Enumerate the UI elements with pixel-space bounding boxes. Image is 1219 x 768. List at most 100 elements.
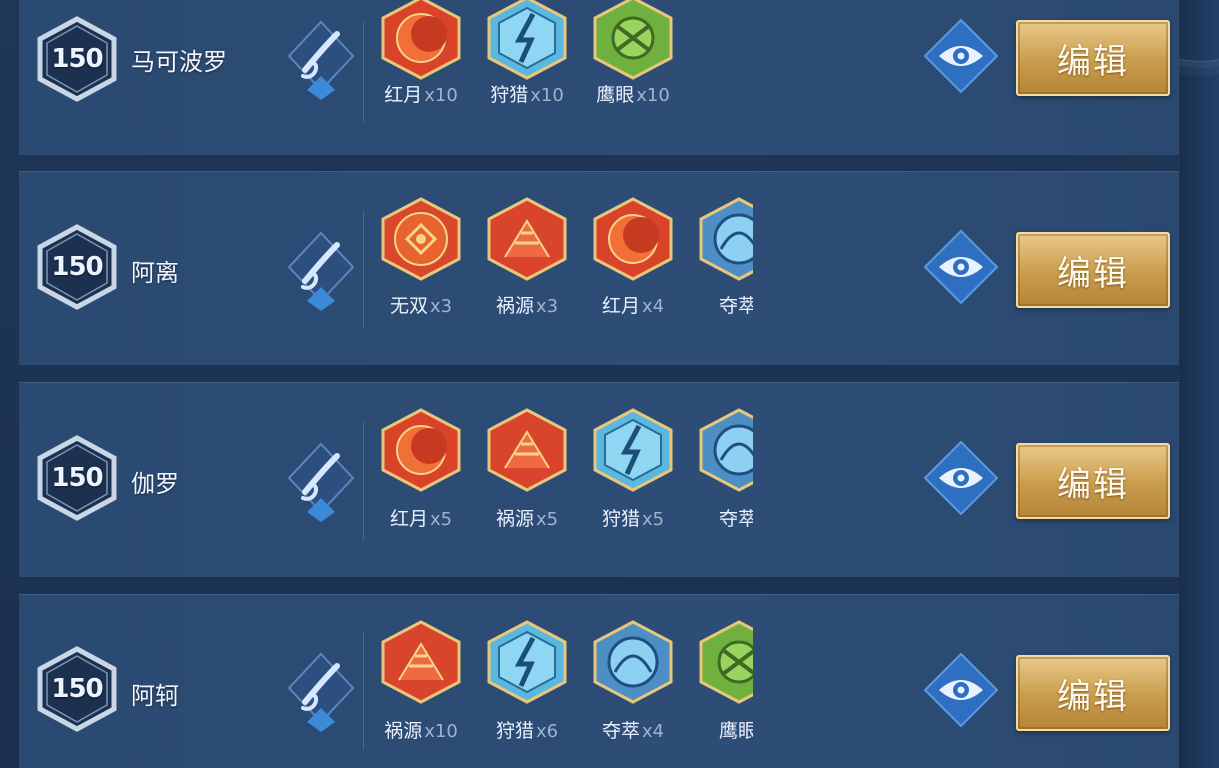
rune-slot[interactable]: 红月 x5 — [373, 408, 469, 530]
hunt-rune-icon — [487, 0, 567, 80]
level-badge: 150 — [36, 224, 118, 310]
hero-name: 伽罗 — [131, 470, 179, 498]
rune-label: 祸源 x5 — [479, 504, 575, 531]
rune-slot[interactable]: 祸源 x5 — [479, 408, 575, 531]
row-divider — [363, 422, 364, 540]
rune-slot[interactable]: 狩猎 x10 — [479, 0, 575, 116]
rune-slot[interactable]: 无双 x3 — [373, 197, 469, 317]
rune-name: 红月 — [389, 508, 428, 530]
rune-label: 祸源 x10 — [373, 716, 469, 743]
rune-name: 祸源 — [495, 295, 534, 317]
rune-label: 狩猎 x10 — [479, 80, 575, 107]
rune-count: x10 — [530, 85, 564, 106]
red-moon-rune-icon — [381, 408, 461, 492]
rune-name: 鹰眼 — [596, 84, 635, 106]
rune-slot[interactable]: 鹰眼 — [691, 620, 753, 743]
rune-label: 夺萃 x4 — [585, 716, 681, 743]
rune-count: x10 — [424, 85, 458, 106]
hawk-eye-rune-icon — [699, 620, 753, 704]
rune-slot[interactable]: 祸源 x10 — [373, 620, 469, 743]
rune-list: 红月 x5 祸源 x5 狩猎 x5 夺萃 — [373, 408, 753, 532]
hawk-eye-rune-icon — [593, 0, 673, 80]
edit-button[interactable]: 编辑 — [1016, 232, 1170, 308]
rune-label: 红月 x10 — [373, 80, 469, 107]
rune-count: x10 — [636, 85, 670, 106]
hero-name: 马可波罗 — [131, 48, 227, 76]
level-number: 150 — [51, 463, 103, 493]
view-eye-button[interactable] — [923, 18, 999, 94]
brush-skin-icon[interactable] — [285, 440, 357, 522]
rune-slot[interactable]: 狩猎 x5 — [585, 408, 681, 531]
loadout-row: 150 阿离 无双 x3 祸源 x3 红月 x4 夺萃 编辑 — [19, 171, 1179, 365]
rune-label: 鹰眼 — [691, 716, 753, 743]
rune-count: x5 — [535, 509, 559, 530]
rune-name: 祸源 — [495, 508, 534, 530]
level-badge: 150 — [36, 435, 118, 521]
hero-name: 阿离 — [131, 259, 179, 287]
rune-name: 红月 — [384, 84, 423, 106]
rune-slot[interactable]: 狩猎 x6 — [479, 620, 575, 743]
rune-count: x5 — [429, 509, 453, 530]
loadout-row: 150 伽罗 红月 x5 祸源 x5 狩猎 x5 夺萃 编辑 — [19, 382, 1179, 577]
eye-icon — [923, 652, 999, 728]
edit-button[interactable]: 编辑 — [1016, 655, 1170, 731]
rune-name: 狩猎 — [495, 720, 534, 742]
rune-label: 无双 x3 — [373, 291, 469, 318]
rune-name: 夺萃 — [718, 295, 753, 317]
rune-slot[interactable]: 夺萃 x4 — [585, 620, 681, 743]
edit-button[interactable]: 编辑 — [1016, 20, 1170, 96]
rune-name: 无双 — [389, 295, 428, 317]
rune-slot[interactable]: 夺萃 — [691, 197, 753, 317]
rune-label: 夺萃 — [691, 291, 753, 318]
eye-icon — [923, 440, 999, 516]
rune-slot[interactable]: 红月 x4 — [585, 197, 681, 317]
view-eye-button[interactable] — [923, 652, 999, 728]
calamity-rune-icon — [487, 197, 567, 281]
level-badge: 150 — [36, 646, 118, 732]
rune-name: 红月 — [601, 295, 640, 317]
rune-slot[interactable]: 夺萃 — [691, 408, 753, 531]
brush-skin-icon[interactable] — [285, 18, 357, 100]
rune-label: 狩猎 x5 — [585, 504, 681, 531]
rune-label: 鹰眼 x10 — [585, 80, 681, 107]
peerless-rune-icon — [381, 197, 461, 281]
hunt-rune-icon — [593, 408, 673, 492]
rune-label: 红月 x4 — [585, 291, 681, 318]
eye-icon — [923, 229, 999, 305]
plunder-rune-icon — [593, 620, 673, 704]
rune-label: 夺萃 — [691, 504, 753, 531]
rune-count: x3 — [535, 296, 559, 317]
rune-name: 狩猎 — [490, 84, 529, 106]
level-number: 150 — [51, 44, 103, 74]
row-divider — [363, 632, 364, 750]
view-eye-button[interactable] — [923, 229, 999, 305]
row-divider — [363, 211, 364, 329]
rune-slot[interactable]: 鹰眼 x10 — [585, 0, 681, 116]
rune-loadout-list[interactable]: 150 马可波罗 红月 x10 狩猎 x10 鹰眼 x10 编辑 150 阿离 … — [0, 0, 1219, 768]
rune-name: 夺萃 — [718, 508, 753, 530]
rune-list: 无双 x3 祸源 x3 红月 x4 夺萃 — [373, 197, 753, 321]
plunder-rune-icon — [699, 197, 753, 281]
rune-slot[interactable]: 红月 x10 — [373, 0, 469, 116]
rune-label: 祸源 x3 — [479, 291, 575, 318]
brush-skin-icon[interactable] — [285, 229, 357, 311]
rune-count: x5 — [641, 509, 665, 530]
rune-count: x4 — [641, 296, 665, 317]
rune-count: x3 — [429, 296, 453, 317]
rune-slot[interactable]: 祸源 x3 — [479, 197, 575, 317]
loadout-row: 150 马可波罗 红月 x10 狩猎 x10 鹰眼 x10 编辑 — [19, 0, 1179, 155]
level-number: 150 — [51, 674, 103, 704]
level-number: 150 — [51, 252, 103, 282]
rune-count: x4 — [641, 721, 665, 742]
brush-skin-icon[interactable] — [285, 650, 357, 732]
edit-button[interactable]: 编辑 — [1016, 443, 1170, 519]
plunder-rune-icon — [699, 408, 753, 492]
rune-list: 祸源 x10 狩猎 x6 夺萃 x4 鹰眼 — [373, 620, 753, 744]
rune-list: 红月 x10 狩猎 x10 鹰眼 x10 — [373, 0, 753, 116]
red-moon-rune-icon — [593, 197, 673, 281]
level-badge: 150 — [36, 16, 118, 102]
red-moon-rune-icon — [381, 0, 461, 80]
view-eye-button[interactable] — [923, 440, 999, 516]
rune-label: 狩猎 x6 — [479, 716, 575, 743]
rune-count: x10 — [424, 721, 458, 742]
